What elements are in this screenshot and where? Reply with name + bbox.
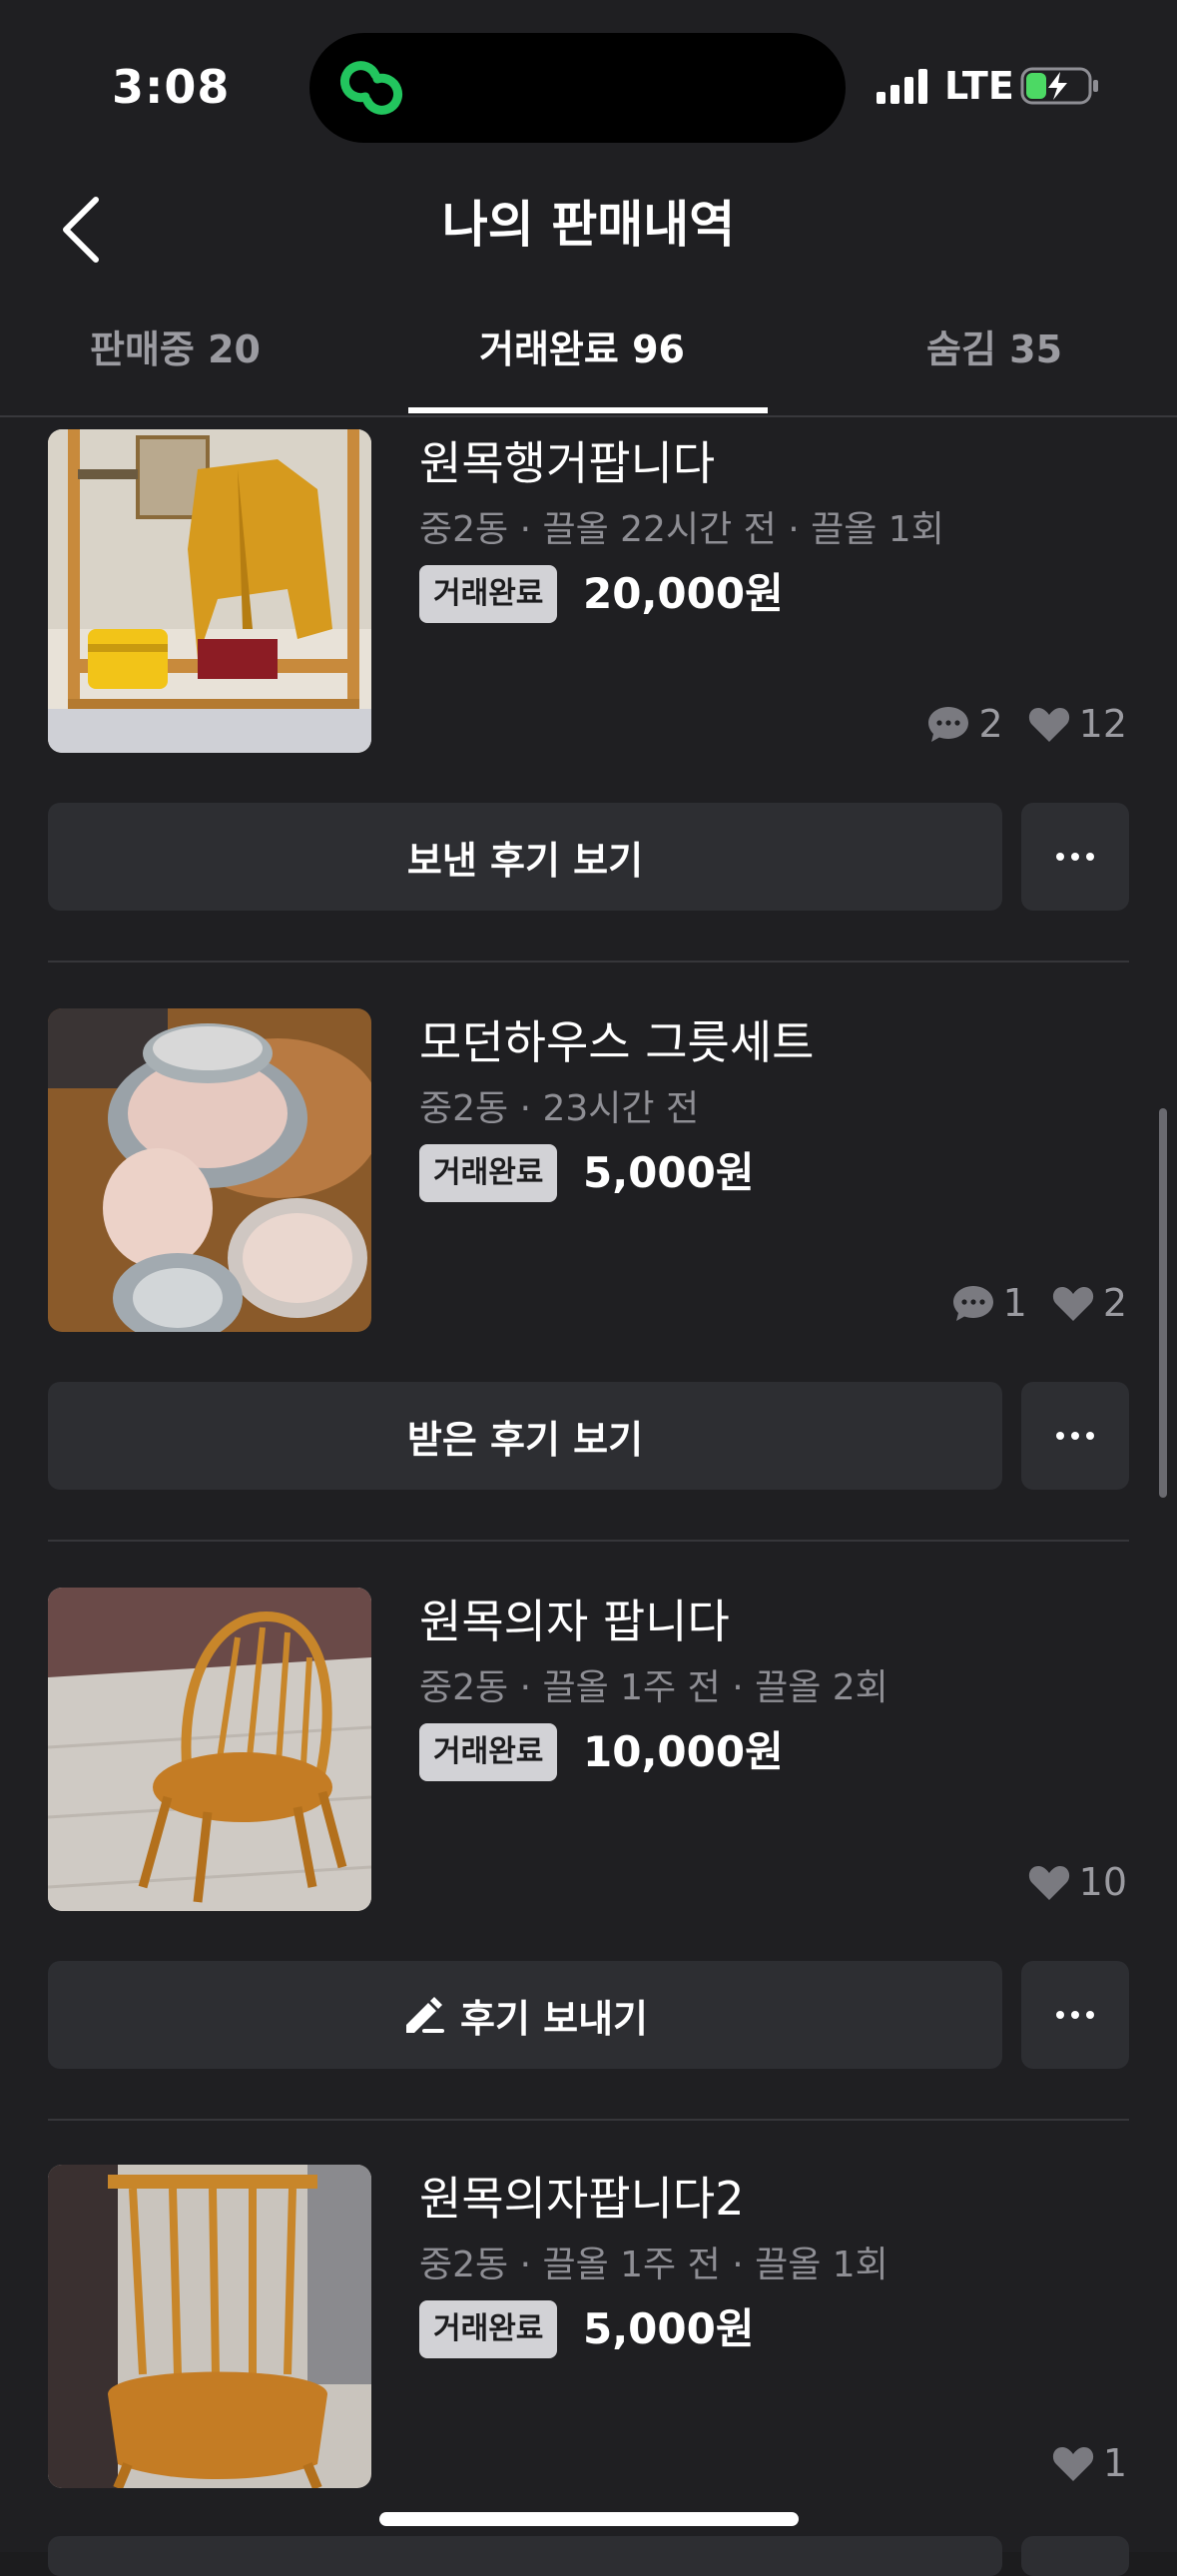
divider <box>48 2119 1129 2121</box>
dynamic-island <box>309 33 846 143</box>
like-count: 1 <box>1051 2441 1127 2485</box>
item-meta: 중2동 · 끌올 22시간 전 · 끌올 1회 <box>419 509 944 550</box>
status-time: 3:08 <box>112 60 231 114</box>
item-title[interactable]: 원목의자 팝니다 <box>419 1592 730 1651</box>
heart-icon <box>1028 1866 1069 1900</box>
battery-charging-icon <box>1020 66 1100 106</box>
like-count: 2 <box>1051 1281 1127 1325</box>
clothes-rack-photo[interactable] <box>48 429 371 753</box>
status-badge: 거래완료 <box>419 2300 558 2358</box>
view-received-review-button[interactable]: 받은 후기 보기 <box>48 1382 1002 1490</box>
list-item[interactable]: 원목행거팝니다 중2동 · 끌올 22시간 전 · 끌올 1회 거래완료 20,… <box>0 429 1177 1008</box>
chat-bubble-icon <box>952 1286 993 1321</box>
view-sent-review-button[interactable]: 보낸 후기 보기 <box>48 803 1002 911</box>
heart-icon <box>1052 2447 1093 2481</box>
heart-icon <box>1028 708 1069 742</box>
item-price: 5,000원 <box>583 2304 755 2353</box>
home-indicator[interactable] <box>379 2512 799 2526</box>
tab-completed[interactable]: 거래완료 96 <box>479 318 685 381</box>
dish-set-photo[interactable] <box>48 1008 371 1332</box>
network-type: LTE <box>944 64 1014 108</box>
wooden-chair-photo[interactable] <box>48 1588 371 1911</box>
chat-bubble-icon <box>928 707 969 742</box>
item-meta: 중2동 · 끌올 1주 전 · 끌올 2회 <box>419 1667 888 1708</box>
divider <box>48 961 1129 963</box>
divider <box>48 1540 1129 1542</box>
item-counts: 1 <box>1037 2438 1127 2488</box>
wooden-chair-2-photo[interactable] <box>48 2165 371 2488</box>
list-item[interactable]: 원목의자 팝니다 중2동 · 끌올 1주 전 · 끌올 2회 거래완료 10,0… <box>0 1588 1177 2167</box>
chat-count: 1 <box>951 1281 1027 1325</box>
item-counts: 10 <box>1013 1857 1127 1907</box>
ellipsis-icon <box>1056 2011 1094 2019</box>
item-title[interactable]: 원목의자팝니다2 <box>419 2169 745 2229</box>
ellipsis-icon <box>1056 1432 1094 1440</box>
tab-bar: 판매중 20 거래완료 96 숨김 35 <box>0 300 1177 417</box>
item-meta: 중2동 · 끌올 1주 전 · 끌올 1회 <box>419 2245 888 2285</box>
status-bar: 3:08 LTE <box>0 0 1177 170</box>
pencil-icon <box>405 1997 444 2033</box>
more-options-button[interactable] <box>1021 803 1129 911</box>
ellipsis-icon <box>1056 853 1094 861</box>
status-badge: 거래완료 <box>419 1144 558 1202</box>
more-options-button-partial[interactable] <box>1021 2536 1129 2576</box>
status-badge: 거래완료 <box>419 565 558 623</box>
action-button-partial[interactable] <box>48 2536 1002 2576</box>
tab-hidden[interactable]: 숨김 35 <box>926 318 1062 381</box>
item-counts: 1 2 <box>937 1278 1127 1328</box>
status-badge: 거래완료 <box>419 1723 558 1781</box>
list-item[interactable]: 원목의자팝니다2 중2동 · 끌올 1주 전 · 끌올 1회 거래완료 5,00… <box>0 2165 1177 2552</box>
chat-count: 2 <box>926 702 1003 746</box>
item-price: 10,000원 <box>583 1727 784 1776</box>
scrollbar[interactable] <box>1159 1108 1167 1498</box>
like-count: 12 <box>1027 702 1127 746</box>
tab-selling[interactable]: 판매중 20 <box>90 318 261 381</box>
item-counts: 2 12 <box>912 699 1127 749</box>
app-link-icon <box>331 53 411 123</box>
item-price: 20,000원 <box>583 569 784 618</box>
item-title[interactable]: 모던하우스 그릇세트 <box>419 1012 815 1072</box>
active-tab-indicator <box>408 407 768 413</box>
item-meta: 중2동 · 23시간 전 <box>419 1088 700 1129</box>
heart-icon <box>1052 1287 1093 1321</box>
item-title[interactable]: 원목행거팝니다 <box>419 433 715 493</box>
more-options-button[interactable] <box>1021 1382 1129 1490</box>
list-item[interactable]: 모던하우스 그릇세트 중2동 · 23시간 전 거래완료 5,000원 1 2 … <box>0 1008 1177 1588</box>
signal-icon <box>875 66 934 106</box>
more-options-button[interactable] <box>1021 1961 1129 2069</box>
page-title: 나의 판매내역 <box>441 196 736 254</box>
item-price: 5,000원 <box>583 1148 755 1197</box>
send-review-button[interactable]: 후기 보내기 <box>48 1961 1002 2069</box>
like-count: 10 <box>1027 1860 1127 1904</box>
